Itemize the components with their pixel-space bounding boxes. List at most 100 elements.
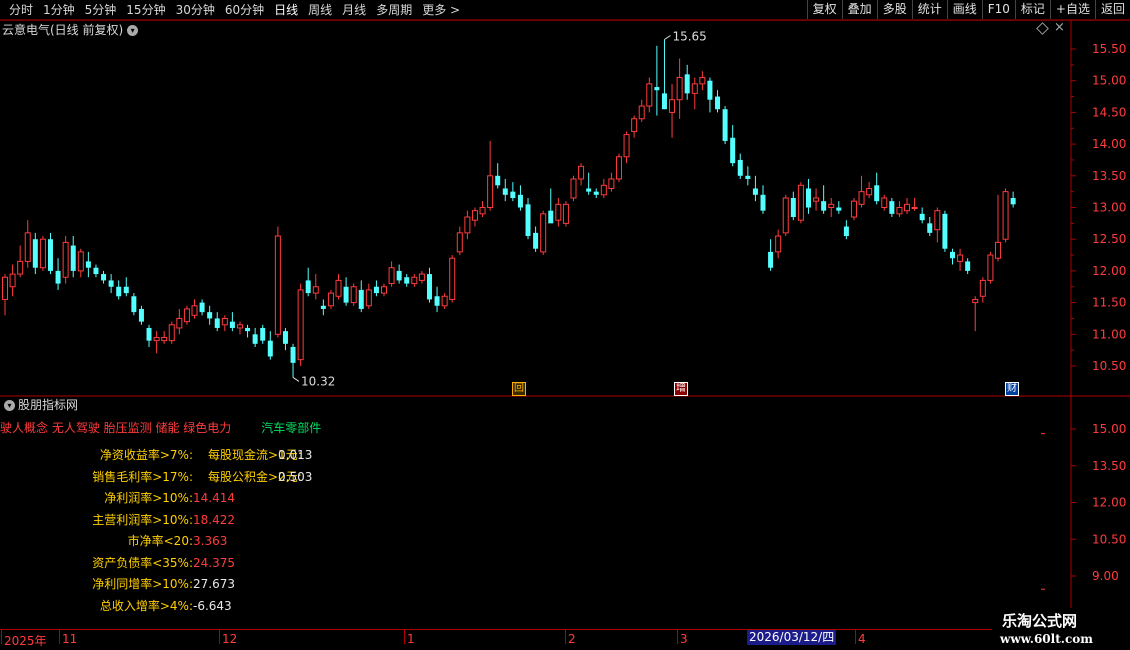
indicator-value: 27.673	[193, 577, 235, 591]
sub-tick-label: 13.50	[1092, 459, 1126, 473]
time-axis-label: 2	[568, 632, 576, 646]
indicator-row: 净利同增率>10%: 27.673	[0, 575, 400, 593]
indicator-label: 主营利润率>10%:	[92, 512, 193, 527]
candle-body-up	[24, 232, 31, 262]
event-marker-1[interactable]: 增	[674, 382, 688, 396]
price-tick-label: 12.50	[1092, 232, 1126, 246]
candle-body-up	[161, 336, 168, 342]
candle-body-down	[305, 280, 311, 294]
candle-body-down	[207, 312, 213, 319]
candle-body-down	[525, 204, 531, 237]
candle-body-up	[327, 292, 334, 307]
candle-body-up	[850, 200, 857, 218]
candle-body-down	[32, 239, 38, 268]
candle-body-up	[957, 254, 964, 262]
indicator-label: 销售毛利率>17%:	[92, 469, 193, 484]
candle-body-up	[676, 77, 683, 101]
candle-body-up	[578, 165, 585, 180]
candle-body-down	[707, 80, 713, 100]
candle-body-down	[116, 286, 122, 297]
candle-body-up	[813, 197, 820, 202]
candle-body-down	[85, 261, 91, 268]
candle-body-down	[942, 213, 948, 249]
watermark-url: www.60lt.com	[1000, 632, 1093, 646]
indicator-label: 净利同增率>10%:	[92, 577, 193, 591]
candle-body-up	[691, 83, 698, 94]
price-tick-label: 15.00	[1092, 74, 1126, 88]
candle-body-up	[608, 178, 615, 189]
candle-body-up	[646, 83, 653, 107]
candle-body-down	[654, 87, 660, 91]
industry-label: 汽车零部件	[261, 421, 322, 435]
candle-body-down	[502, 188, 508, 195]
candle-body-up	[297, 289, 304, 361]
candle-body-up	[153, 336, 160, 342]
time-axis-tick	[565, 630, 566, 644]
candle-body-up	[441, 295, 448, 307]
candle-body-down	[919, 213, 925, 221]
price-tick-label: 12.00	[1092, 264, 1126, 278]
candle-body-down	[843, 226, 849, 237]
candle-body-up	[904, 203, 911, 212]
time-axis-tick	[404, 630, 405, 644]
indicator-value-secondary: 0.013	[278, 448, 313, 462]
candle-body-up	[615, 156, 622, 180]
candle-body-down	[533, 232, 539, 249]
candle-body-down	[517, 194, 523, 208]
event-marker-0[interactable]: 回	[512, 382, 526, 396]
candle-body-down	[1010, 197, 1016, 205]
chevron-down-icon[interactable]: ▾	[4, 400, 15, 411]
candle-body-up	[176, 317, 183, 329]
indicator-row: 主营利润率>10%: 18.422	[0, 511, 400, 529]
candle-body-up	[191, 305, 198, 316]
price-tick-label: 14.50	[1092, 105, 1126, 119]
candle-body-down	[229, 321, 235, 328]
candle-body-down	[722, 109, 728, 141]
candle-body-down	[252, 334, 258, 344]
candle-body-down	[396, 270, 402, 281]
low-pointer	[292, 376, 300, 382]
candle-body-up	[221, 317, 228, 326]
candle-body-up	[183, 308, 190, 323]
candle-body-up	[555, 203, 562, 221]
time-axis-tick	[1, 630, 2, 644]
candle-body-up	[994, 241, 1001, 259]
time-axis: 2025年 11 12 1 2 3 4	[0, 629, 1070, 650]
candle-body-up	[418, 273, 425, 281]
event-marker-2[interactable]: 财	[1005, 382, 1019, 396]
watermark-title: 乐淘公式网	[1002, 612, 1078, 630]
indicator-value: 18.422	[193, 512, 235, 527]
indicator-value: 24.375	[193, 555, 235, 570]
candle-body-down	[47, 239, 53, 271]
high-pointer	[664, 35, 671, 40]
time-axis-tick	[59, 630, 60, 644]
kline-chart[interactable]: 15.50 15.00 14.50 14.00 13.50 13.00 12.50 12.00…	[0, 0, 1130, 650]
candle-body-up	[487, 175, 494, 209]
indicator-value: 14.414	[193, 491, 235, 505]
candle-body-up	[9, 273, 16, 288]
low-price-label: 10.32	[301, 374, 335, 388]
time-axis-label: 4	[858, 632, 866, 646]
candle-body-down	[805, 188, 811, 208]
indicator-value: -6.643	[193, 598, 232, 613]
candle-body-up	[312, 286, 319, 294]
candle-body-up	[411, 276, 418, 285]
candle-body-down	[586, 188, 592, 192]
indicator-label: 净资收益率>7%:	[99, 448, 193, 462]
candle-body-up	[479, 207, 486, 215]
candle-body-down	[55, 270, 61, 284]
sub-tick-label: 9.00	[1092, 569, 1119, 583]
candle-body-up	[570, 178, 577, 199]
candle-body-down	[495, 175, 501, 186]
candle-body-up	[77, 251, 84, 272]
indicator-label: 净利润率>10%:	[104, 491, 193, 505]
candle-body-up	[631, 118, 638, 132]
candle-body-down	[93, 267, 99, 275]
candle-body-up	[456, 232, 463, 253]
candle-body-up	[638, 105, 645, 120]
candle-body-down	[426, 274, 432, 300]
candle-body-up	[62, 241, 69, 278]
candle-body-down	[245, 327, 251, 332]
candle-body-down	[131, 296, 137, 313]
indicator-row: 净利润率>10%: 14.414	[0, 489, 400, 507]
